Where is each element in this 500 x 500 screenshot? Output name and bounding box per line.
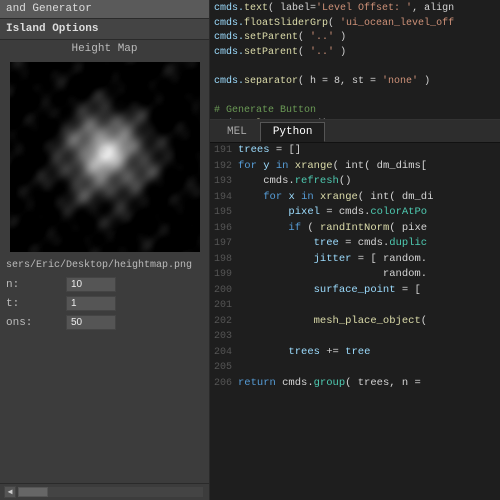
param-input-n[interactable] [66,277,116,292]
code-row-192: 192 for y in xrange( int( dm_dims[ [210,159,500,175]
line-num-205: 205 [210,361,238,376]
code-top-line-7: # Generate Button [214,104,496,119]
tab-bar: MEL Python [210,120,500,143]
left-panel: and Generator Island Options Height Map … [0,0,210,500]
code-numbered-list: 191 trees = [] 192 for y in xrange( int(… [210,143,500,391]
line-content-199: random. [238,267,427,282]
line-content-198: jitter = [ random. [238,252,427,267]
line-num-197: 197 [210,237,238,252]
code-row-201: 201 [210,298,500,314]
line-content-191: trees = [] [238,143,301,158]
code-top-line-4 [214,60,496,75]
line-content-200: surface_point = [ [238,283,421,298]
tab-python-label: Python [273,126,313,138]
code-row-196: 196 if ( randIntNorm( pixe [210,221,500,237]
param-input-ons[interactable] [66,315,116,330]
line-num-195: 195 [210,206,238,221]
line-num-206: 206 [210,377,238,392]
line-num-199: 199 [210,268,238,283]
line-num-194: 194 [210,191,238,206]
right-panel: cmds.text( label='Level Offset: ', align… [210,0,500,500]
code-row-198: 198 jitter = [ random. [210,252,500,268]
line-content-203 [238,329,244,344]
code-row-193: 193 cmds.refresh() [210,174,500,190]
code-row-205: 205 [210,360,500,376]
code-row-191: 191 trees = [] [210,143,500,159]
line-num-196: 196 [210,222,238,237]
line-content-193: cmds.refresh() [238,174,351,189]
line-num-203: 203 [210,330,238,345]
param-row-t: t: [0,294,209,313]
code-body: 191 trees = [] 192 for y in xrange( int(… [210,143,500,500]
code-top-line-3: cmds.setParent( '..' ) [214,46,496,61]
line-content-197: tree = cmds.duplic [238,236,427,251]
line-num-200: 200 [210,284,238,299]
line-num-198: 198 [210,253,238,268]
height-map-container [10,62,200,252]
tab-python[interactable]: Python [260,122,326,142]
line-num-202: 202 [210,315,238,330]
height-map-label-text: Height Map [71,43,137,55]
code-row-197: 197 tree = cmds.duplic [210,236,500,252]
code-top-line-1: cmds.floatSliderGrp( 'ui_ocean_level_off [214,17,496,32]
panel-title-text: and Generator [6,3,92,15]
param-row-ons: ons: [0,313,209,332]
island-options-label: Island Options [6,23,98,35]
line-content-202: mesh_place_object( [238,314,427,329]
line-num-191: 191 [210,144,238,159]
scrollbar-thumb[interactable] [18,487,48,497]
scroll-left-arrow[interactable]: ◀ [4,486,16,498]
line-num-204: 204 [210,346,238,361]
island-options-header: Island Options [0,19,209,40]
line-content-204: trees += tree [238,345,370,360]
line-content-194: for x in xrange( int( dm_di [238,190,433,205]
code-row-195: 195 pixel = cmds.colorAtPo [210,205,500,221]
code-top-area: cmds.text( label='Level Offset: ', align… [210,0,500,120]
line-num-192: 192 [210,160,238,175]
scrollbar-track[interactable] [18,487,203,497]
param-label-t: t: [6,298,66,310]
param-row-n: n: [0,275,209,294]
code-row-199: 199 random. [210,267,500,283]
line-num-193: 193 [210,175,238,190]
line-content-196: if ( randIntNorm( pixe [238,221,427,236]
filepath-section: sers/Eric/Desktop/heightmap.png [0,256,209,275]
height-map-canvas [10,62,200,252]
line-num-201: 201 [210,299,238,314]
line-content-205 [238,360,244,375]
param-label-ons: ons: [6,317,66,329]
code-top-line-6 [214,89,496,104]
code-row-202: 202 mesh_place_object( [210,314,500,330]
code-row-194: 194 for x in xrange( int( dm_di [210,190,500,206]
code-row-200: 200 surface_point = [ [210,283,500,299]
tab-mel[interactable]: MEL [214,122,260,142]
code-row-204: 204 trees += tree [210,345,500,361]
code-row-203: 203 [210,329,500,345]
tab-mel-label: MEL [227,126,247,138]
param-input-t[interactable] [66,296,116,311]
code-row-206: 206 return cmds.group( trees, n = [210,376,500,392]
code-top-line-0: cmds.text( label='Level Offset: ', align [214,2,496,17]
panel-title-bar: and Generator [0,0,209,19]
line-content-201 [238,298,244,313]
height-map-label: Height Map [0,40,209,58]
filepath-text: sers/Eric/Desktop/heightmap.png [6,260,192,271]
code-top-line-2: cmds.setParent( '..' ) [214,31,496,46]
line-content-192: for y in xrange( int( dm_dims[ [238,159,427,174]
param-label-n: n: [6,279,66,291]
line-content-195: pixel = cmds.colorAtPo [238,205,427,220]
code-top-line-5: cmds.separator( h = 8, st = 'none' ) [214,75,496,90]
horizontal-scrollbar[interactable]: ◀ [0,483,209,500]
line-content-206: return cmds.group( trees, n = [238,376,421,391]
